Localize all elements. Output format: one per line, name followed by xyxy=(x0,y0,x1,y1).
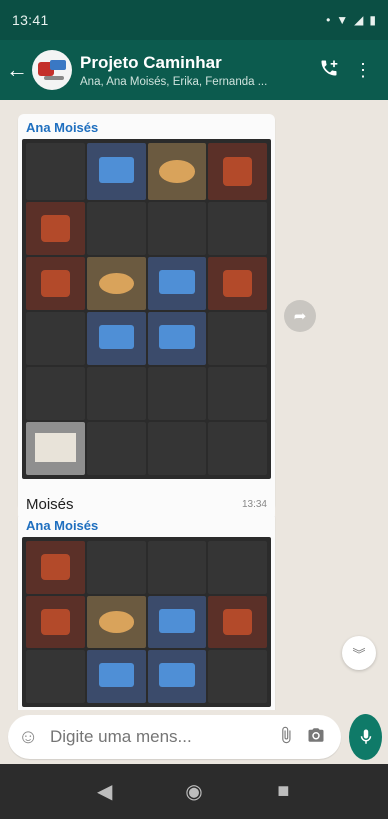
battery-icon: ▮ xyxy=(369,13,376,27)
status-time: 13:41 xyxy=(12,12,49,28)
add-call-icon[interactable] xyxy=(312,58,346,83)
message-input[interactable] xyxy=(50,727,271,747)
emoji-icon[interactable]: ☺ xyxy=(18,726,44,749)
message-bubble[interactable]: Ana Moisés xyxy=(18,512,275,710)
image-cell xyxy=(86,257,146,310)
system-nav-bar: ◀ ◉ ■ xyxy=(0,764,388,819)
image-cell xyxy=(147,143,207,200)
share-icon: ➦ xyxy=(293,308,307,325)
sender-name: Ana Moisés xyxy=(26,518,99,533)
image-cell xyxy=(208,143,267,200)
group-avatar[interactable] xyxy=(32,50,72,90)
image-cell xyxy=(208,541,267,594)
paperclip-icon[interactable] xyxy=(271,726,301,749)
chat-header: ← Projeto Caminhar Ana, Ana Moisés, Erik… xyxy=(0,40,388,100)
image-cell xyxy=(147,595,207,649)
image-cell xyxy=(208,367,267,420)
mic-button[interactable] xyxy=(349,714,382,760)
camera-icon[interactable] xyxy=(301,726,331,749)
more-options-icon[interactable]: ⋮ xyxy=(346,60,380,81)
scroll-down-button[interactable]: ︾ xyxy=(342,636,376,670)
chat-title-block[interactable]: Projeto Caminhar Ana, Ana Moisés, Erika,… xyxy=(80,53,312,88)
image-cell xyxy=(26,541,85,594)
message-bubble[interactable]: Ana Moisés xyxy=(18,114,275,510)
image-cell xyxy=(147,202,207,255)
wifi-icon: ▼ xyxy=(336,13,349,27)
image-cell xyxy=(26,257,85,310)
image-cell xyxy=(147,422,207,475)
compose-box[interactable]: ☺ xyxy=(8,715,341,759)
image-cell xyxy=(208,312,267,365)
image-cell xyxy=(86,312,146,365)
image-cell xyxy=(26,202,85,255)
status-bar: 13:41 • ▼ ◢ ▮ xyxy=(0,0,388,40)
image-cell xyxy=(26,595,85,649)
image-cell xyxy=(208,595,267,649)
chat-area[interactable]: Ana Moisés Moisés 13:34 Ana Moisés ➦ ︾ xyxy=(0,100,388,710)
group-members: Ana, Ana Moisés, Erika, Fernanda ... xyxy=(80,75,268,88)
image-cell xyxy=(26,367,85,420)
status-icons: • ▼ ◢ ▮ xyxy=(326,13,376,27)
chevrons-down-icon: ︾ xyxy=(352,646,366,662)
forward-button[interactable]: ➦ xyxy=(284,300,316,332)
image-cell xyxy=(86,202,146,255)
dot-icon: • xyxy=(326,13,331,27)
composer-bar: ☺ xyxy=(0,710,388,764)
group-title: Projeto Caminhar xyxy=(80,52,222,72)
image-cell xyxy=(26,143,85,200)
image-cell xyxy=(208,202,267,255)
microphone-icon xyxy=(360,729,371,744)
image-cell xyxy=(208,650,267,703)
image-cell xyxy=(26,422,85,475)
image-cell xyxy=(208,257,267,310)
image-cell xyxy=(26,650,85,703)
image-cell xyxy=(86,595,146,649)
image-cell xyxy=(208,422,267,475)
caption-text: Moisés xyxy=(26,495,74,513)
message-time: 13:34 xyxy=(241,498,267,510)
image-cell xyxy=(147,312,207,365)
sender-name: Ana Moisés xyxy=(26,120,99,135)
image-cell xyxy=(147,257,207,310)
shared-image[interactable] xyxy=(22,537,271,707)
image-cell xyxy=(86,422,146,475)
back-arrow-icon[interactable]: ← xyxy=(6,57,28,83)
image-cell xyxy=(147,650,207,703)
nav-recents-icon[interactable]: ■ xyxy=(268,780,298,803)
image-cell xyxy=(86,650,146,703)
nav-back-icon[interactable]: ◀ xyxy=(90,779,120,804)
image-cell xyxy=(86,541,146,594)
image-cell xyxy=(26,312,85,365)
signal-icon: ◢ xyxy=(354,13,364,27)
shared-image[interactable] xyxy=(22,139,271,479)
image-cell xyxy=(86,367,146,420)
nav-home-icon[interactable]: ◉ xyxy=(179,779,209,804)
image-cell xyxy=(86,143,146,200)
image-cell xyxy=(147,541,207,594)
image-cell xyxy=(147,367,207,420)
